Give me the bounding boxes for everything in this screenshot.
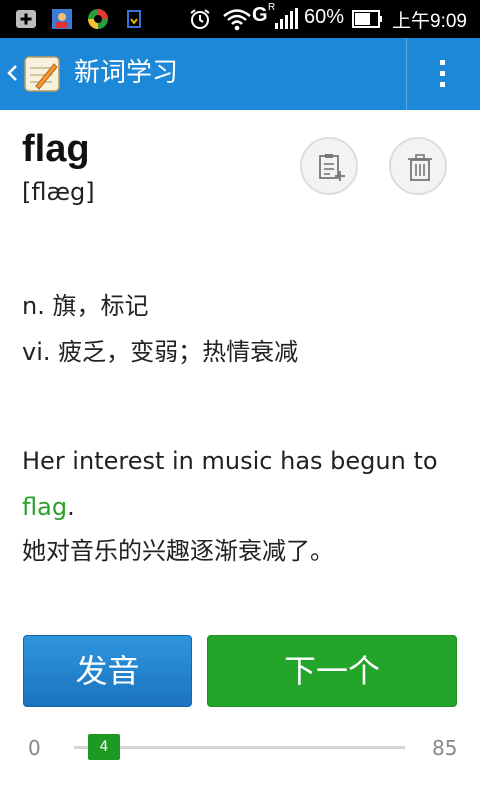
phonetic: [flæg] — [22, 178, 95, 206]
download-icon — [127, 10, 141, 28]
battery-icon — [352, 10, 382, 28]
example-chinese: 她对音乐的兴趣逐渐衰减了。 — [22, 537, 334, 565]
chevron-left-icon[interactable] — [4, 58, 20, 88]
progress-thumb[interactable]: 4 — [88, 734, 120, 760]
delete-word-button[interactable] — [389, 137, 447, 195]
signal-strength-icon — [275, 8, 298, 29]
progress-min-label: 0 — [28, 736, 41, 760]
clock: 上午9:09 — [392, 11, 467, 32]
definition-line: vi. 疲乏，变弱；热情衰减 — [22, 338, 299, 366]
example-highlight-word: flag — [22, 493, 68, 521]
status-bar: G R 60% 上午9:09 — [0, 0, 480, 38]
pronounce-button[interactable]: 发音 — [23, 635, 192, 707]
battery-percent: 60% — [304, 6, 345, 28]
network-type-label: G — [252, 4, 268, 26]
definition-line: n. 旗，标记 — [22, 292, 149, 320]
page-title: 新词学习 — [74, 58, 179, 88]
words-notebook-icon[interactable] — [22, 54, 62, 94]
next-word-button[interactable]: 下一个 — [207, 635, 457, 707]
example-english-line1: Her interest in music has begun to — [22, 447, 438, 475]
app-bar: 新词学习 — [0, 38, 480, 110]
add-notification-icon — [16, 10, 36, 28]
example-english-line2: flag. — [22, 491, 75, 523]
app-notification-icon — [88, 9, 108, 29]
wifi-icon — [223, 9, 251, 31]
alarm-icon — [190, 9, 210, 29]
progress-track[interactable] — [74, 746, 405, 749]
example-english-end: . — [67, 493, 75, 521]
add-to-notebook-button[interactable] — [300, 137, 358, 195]
progress-max-label: 85 — [432, 736, 458, 760]
more-vertical-icon — [440, 60, 445, 87]
contacts-icon — [52, 9, 72, 29]
trash-icon — [408, 154, 432, 181]
overflow-menu-button[interactable] — [406, 38, 480, 110]
headword: flag — [22, 128, 90, 170]
notebook-add-icon — [319, 154, 345, 181]
